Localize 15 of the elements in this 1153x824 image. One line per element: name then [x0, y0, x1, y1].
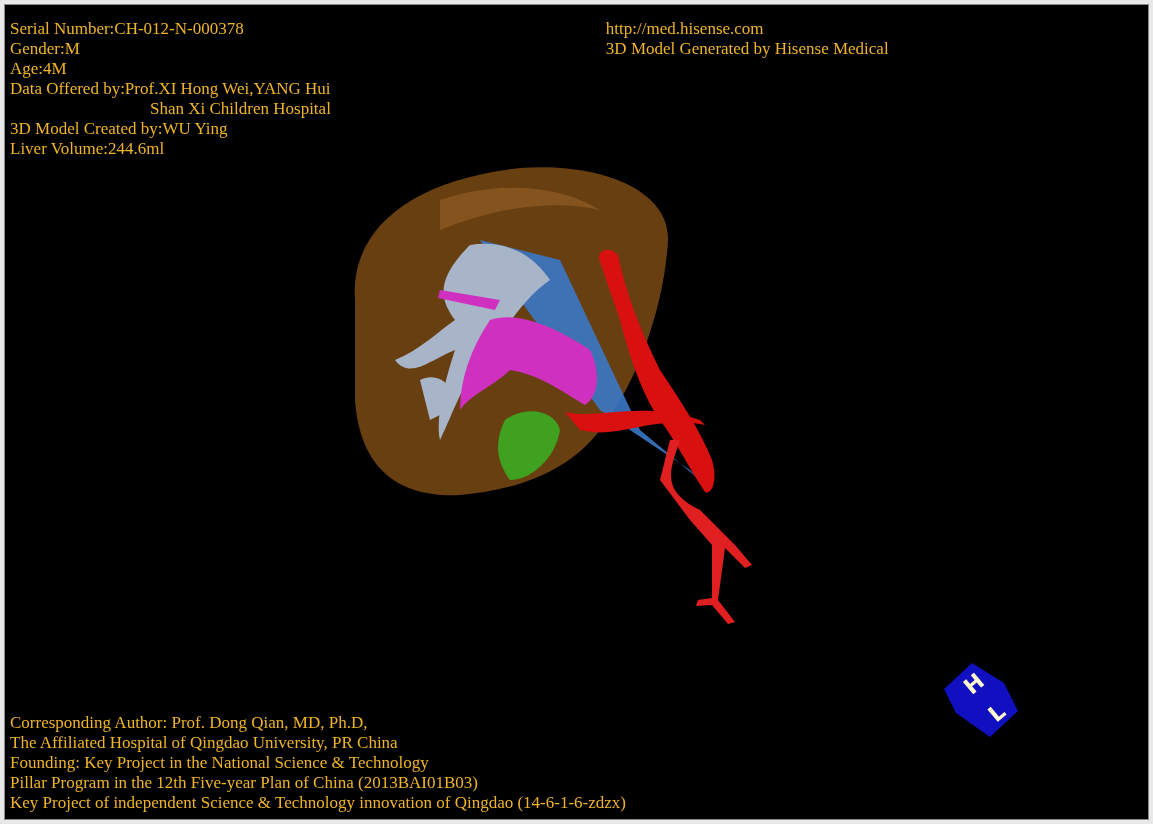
liver-model-drawing[interactable]	[355, 167, 752, 624]
info-text: Gender:M	[10, 39, 81, 59]
credit-text: Founding: Key Project in the National Science & Technology	[10, 753, 430, 773]
credit-text: Key Project of independent Science & Technology innovation of Qingdao (14-6-1-6-zdzx)	[10, 793, 626, 813]
credit-text: Pillar Program in the 12th Five-year Plan of China (2013BAI01B03)	[10, 773, 479, 793]
brand-text: http://med.hisense.com	[605, 19, 765, 39]
info-text: Data Offered by:Prof.XI Hong Wei,YANG Hui	[10, 79, 331, 99]
info-text: Serial Number:CH-012-N-000378	[10, 19, 245, 39]
credit-text: Corresponding Author: Prof. Dong Qian, MD, Ph.D,	[10, 713, 369, 733]
info-text: Liver Volume:244.6ml	[10, 139, 166, 159]
credit-text: The Affiliated Hospital of Qingdao University, PR China	[10, 733, 399, 753]
info-text: Shan Xi Children Hospital	[149, 99, 331, 119]
info-text: 3D Model Created by:WU Ying	[10, 119, 229, 139]
brand-text: 3D Model Generated by Hisense Medical	[605, 39, 889, 59]
info-text: Age:4M	[10, 59, 68, 79]
